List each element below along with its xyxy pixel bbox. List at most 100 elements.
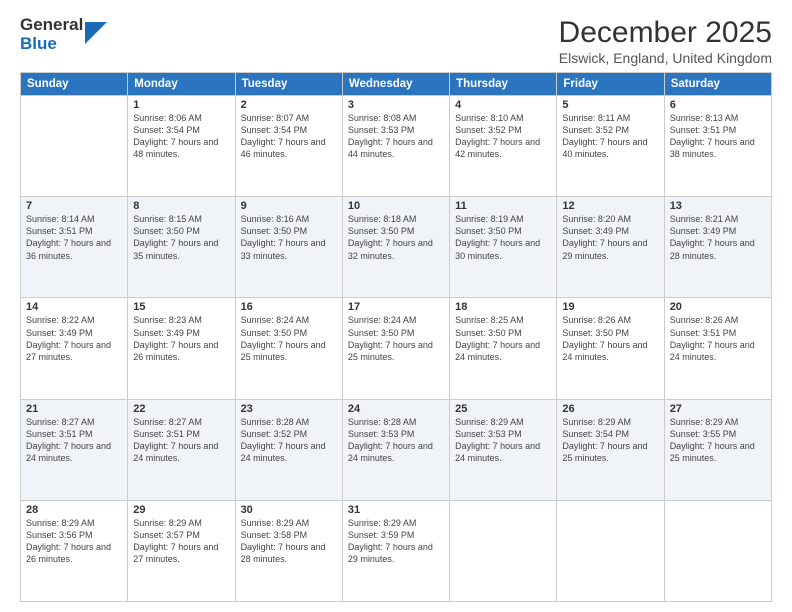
cell-info: Sunrise: 8:14 AM Sunset: 3:51 PM Dayligh…	[26, 213, 122, 262]
logo: General Blue	[20, 16, 107, 53]
col-thursday: Thursday	[450, 73, 557, 96]
day-number: 28	[26, 504, 122, 516]
logo-arrow-icon	[85, 22, 107, 44]
cell-info: Sunrise: 8:22 AM Sunset: 3:49 PM Dayligh…	[26, 314, 122, 363]
col-wednesday: Wednesday	[342, 73, 449, 96]
table-row: 22Sunrise: 8:27 AM Sunset: 3:51 PM Dayli…	[128, 399, 235, 500]
table-row: 26Sunrise: 8:29 AM Sunset: 3:54 PM Dayli…	[557, 399, 664, 500]
cell-info: Sunrise: 8:24 AM Sunset: 3:50 PM Dayligh…	[348, 314, 444, 363]
day-number: 29	[133, 504, 229, 516]
day-number: 16	[241, 301, 337, 313]
cell-info: Sunrise: 8:29 AM Sunset: 3:54 PM Dayligh…	[562, 416, 658, 465]
table-row: 30Sunrise: 8:29 AM Sunset: 3:58 PM Dayli…	[235, 500, 342, 601]
location: Elswick, England, United Kingdom	[559, 50, 772, 66]
table-row: 11Sunrise: 8:19 AM Sunset: 3:50 PM Dayli…	[450, 197, 557, 298]
cell-info: Sunrise: 8:08 AM Sunset: 3:53 PM Dayligh…	[348, 112, 444, 161]
calendar-header-row: Sunday Monday Tuesday Wednesday Thursday…	[21, 73, 772, 96]
col-saturday: Saturday	[664, 73, 771, 96]
day-number: 5	[562, 99, 658, 111]
table-row: 4Sunrise: 8:10 AM Sunset: 3:52 PM Daylig…	[450, 96, 557, 197]
table-row: 31Sunrise: 8:29 AM Sunset: 3:59 PM Dayli…	[342, 500, 449, 601]
table-row	[21, 96, 128, 197]
cell-info: Sunrise: 8:26 AM Sunset: 3:50 PM Dayligh…	[562, 314, 658, 363]
day-number: 22	[133, 403, 229, 415]
col-sunday: Sunday	[21, 73, 128, 96]
calendar-table: Sunday Monday Tuesday Wednesday Thursday…	[20, 72, 772, 602]
cell-info: Sunrise: 8:11 AM Sunset: 3:52 PM Dayligh…	[562, 112, 658, 161]
day-number: 6	[670, 99, 766, 111]
cell-info: Sunrise: 8:20 AM Sunset: 3:49 PM Dayligh…	[562, 213, 658, 262]
logo-text: General Blue	[20, 16, 83, 53]
day-number: 12	[562, 200, 658, 212]
day-number: 27	[670, 403, 766, 415]
table-row: 6Sunrise: 8:13 AM Sunset: 3:51 PM Daylig…	[664, 96, 771, 197]
table-row: 9Sunrise: 8:16 AM Sunset: 3:50 PM Daylig…	[235, 197, 342, 298]
logo-line1: General	[20, 16, 83, 35]
page: General Blue December 2025 Elswick, Engl…	[0, 0, 792, 612]
cell-info: Sunrise: 8:19 AM Sunset: 3:50 PM Dayligh…	[455, 213, 551, 262]
table-row: 29Sunrise: 8:29 AM Sunset: 3:57 PM Dayli…	[128, 500, 235, 601]
cell-info: Sunrise: 8:28 AM Sunset: 3:53 PM Dayligh…	[348, 416, 444, 465]
table-row: 20Sunrise: 8:26 AM Sunset: 3:51 PM Dayli…	[664, 298, 771, 399]
table-row: 28Sunrise: 8:29 AM Sunset: 3:56 PM Dayli…	[21, 500, 128, 601]
col-monday: Monday	[128, 73, 235, 96]
day-number: 31	[348, 504, 444, 516]
cell-info: Sunrise: 8:07 AM Sunset: 3:54 PM Dayligh…	[241, 112, 337, 161]
day-number: 2	[241, 99, 337, 111]
table-row: 14Sunrise: 8:22 AM Sunset: 3:49 PM Dayli…	[21, 298, 128, 399]
day-number: 7	[26, 200, 122, 212]
cell-info: Sunrise: 8:16 AM Sunset: 3:50 PM Dayligh…	[241, 213, 337, 262]
header: General Blue December 2025 Elswick, Engl…	[20, 16, 772, 66]
day-number: 20	[670, 301, 766, 313]
cell-info: Sunrise: 8:29 AM Sunset: 3:59 PM Dayligh…	[348, 517, 444, 566]
day-number: 21	[26, 403, 122, 415]
table-row: 8Sunrise: 8:15 AM Sunset: 3:50 PM Daylig…	[128, 197, 235, 298]
day-number: 14	[26, 301, 122, 313]
cell-info: Sunrise: 8:18 AM Sunset: 3:50 PM Dayligh…	[348, 213, 444, 262]
table-row: 23Sunrise: 8:28 AM Sunset: 3:52 PM Dayli…	[235, 399, 342, 500]
table-row: 7Sunrise: 8:14 AM Sunset: 3:51 PM Daylig…	[21, 197, 128, 298]
cell-info: Sunrise: 8:29 AM Sunset: 3:57 PM Dayligh…	[133, 517, 229, 566]
cell-info: Sunrise: 8:13 AM Sunset: 3:51 PM Dayligh…	[670, 112, 766, 161]
col-tuesday: Tuesday	[235, 73, 342, 96]
table-row: 25Sunrise: 8:29 AM Sunset: 3:53 PM Dayli…	[450, 399, 557, 500]
cell-info: Sunrise: 8:24 AM Sunset: 3:50 PM Dayligh…	[241, 314, 337, 363]
table-row: 1Sunrise: 8:06 AM Sunset: 3:54 PM Daylig…	[128, 96, 235, 197]
table-row	[450, 500, 557, 601]
day-number: 9	[241, 200, 337, 212]
cell-info: Sunrise: 8:06 AM Sunset: 3:54 PM Dayligh…	[133, 112, 229, 161]
day-number: 11	[455, 200, 551, 212]
table-row: 18Sunrise: 8:25 AM Sunset: 3:50 PM Dayli…	[450, 298, 557, 399]
day-number: 30	[241, 504, 337, 516]
day-number: 18	[455, 301, 551, 313]
table-row: 10Sunrise: 8:18 AM Sunset: 3:50 PM Dayli…	[342, 197, 449, 298]
cell-info: Sunrise: 8:25 AM Sunset: 3:50 PM Dayligh…	[455, 314, 551, 363]
table-row: 2Sunrise: 8:07 AM Sunset: 3:54 PM Daylig…	[235, 96, 342, 197]
cell-info: Sunrise: 8:28 AM Sunset: 3:52 PM Dayligh…	[241, 416, 337, 465]
table-row	[664, 500, 771, 601]
cell-info: Sunrise: 8:15 AM Sunset: 3:50 PM Dayligh…	[133, 213, 229, 262]
day-number: 25	[455, 403, 551, 415]
table-row: 12Sunrise: 8:20 AM Sunset: 3:49 PM Dayli…	[557, 197, 664, 298]
day-number: 13	[670, 200, 766, 212]
cell-info: Sunrise: 8:29 AM Sunset: 3:53 PM Dayligh…	[455, 416, 551, 465]
table-row: 3Sunrise: 8:08 AM Sunset: 3:53 PM Daylig…	[342, 96, 449, 197]
day-number: 8	[133, 200, 229, 212]
col-friday: Friday	[557, 73, 664, 96]
table-row: 21Sunrise: 8:27 AM Sunset: 3:51 PM Dayli…	[21, 399, 128, 500]
day-number: 4	[455, 99, 551, 111]
table-row: 27Sunrise: 8:29 AM Sunset: 3:55 PM Dayli…	[664, 399, 771, 500]
cell-info: Sunrise: 8:29 AM Sunset: 3:58 PM Dayligh…	[241, 517, 337, 566]
cell-info: Sunrise: 8:10 AM Sunset: 3:52 PM Dayligh…	[455, 112, 551, 161]
table-row: 24Sunrise: 8:28 AM Sunset: 3:53 PM Dayli…	[342, 399, 449, 500]
table-row	[557, 500, 664, 601]
table-row: 19Sunrise: 8:26 AM Sunset: 3:50 PM Dayli…	[557, 298, 664, 399]
table-row: 17Sunrise: 8:24 AM Sunset: 3:50 PM Dayli…	[342, 298, 449, 399]
table-row: 16Sunrise: 8:24 AM Sunset: 3:50 PM Dayli…	[235, 298, 342, 399]
day-number: 3	[348, 99, 444, 111]
day-number: 10	[348, 200, 444, 212]
cell-info: Sunrise: 8:29 AM Sunset: 3:55 PM Dayligh…	[670, 416, 766, 465]
cell-info: Sunrise: 8:29 AM Sunset: 3:56 PM Dayligh…	[26, 517, 122, 566]
title-area: December 2025 Elswick, England, United K…	[559, 16, 772, 66]
day-number: 19	[562, 301, 658, 313]
